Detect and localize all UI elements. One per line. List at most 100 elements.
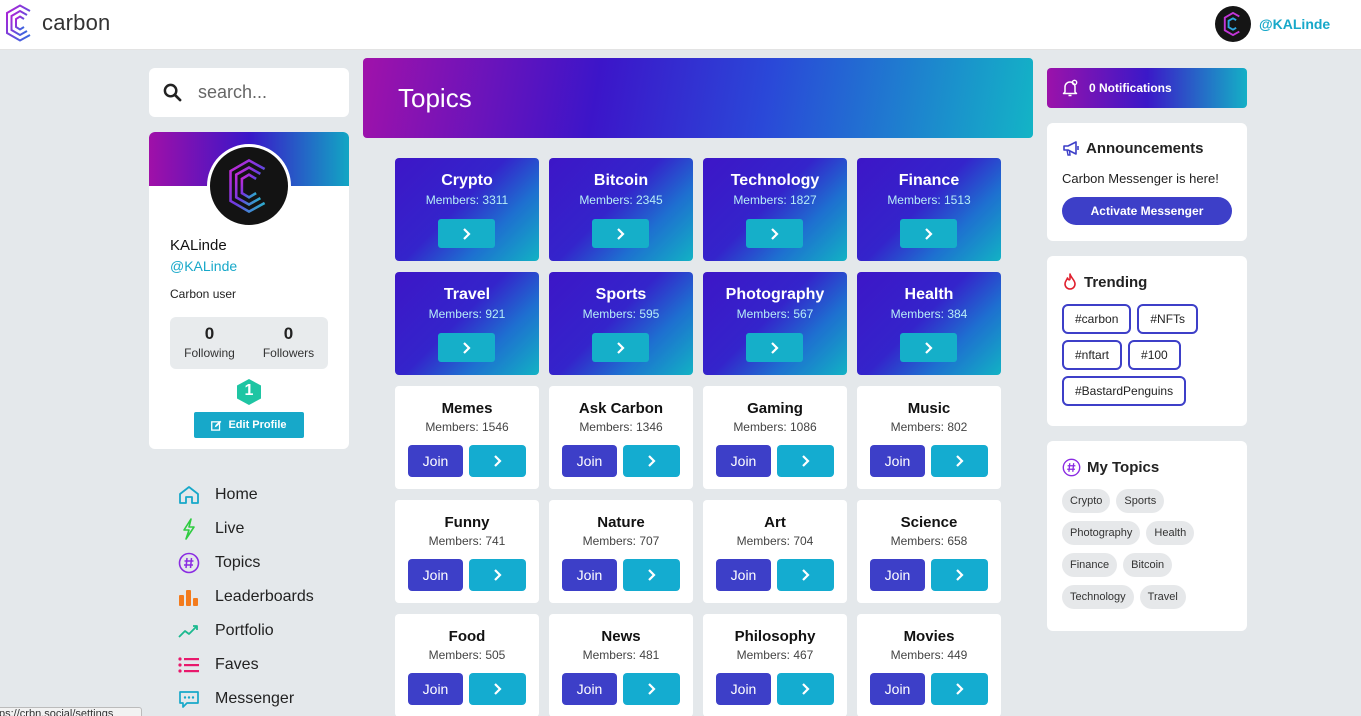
- flame-icon: [1064, 273, 1076, 290]
- join-button[interactable]: Join: [408, 559, 463, 591]
- chevron-right-icon: [801, 455, 810, 467]
- sidebar-item-leaderboards[interactable]: Leaderboards: [178, 580, 314, 614]
- topic-name: Food: [448, 628, 486, 645]
- topic-chip[interactable]: Bitcoin: [1123, 553, 1173, 577]
- open-topic-button[interactable]: [469, 559, 526, 591]
- user-menu[interactable]: @KALinde: [1215, 6, 1330, 42]
- hashtag-chip[interactable]: #100: [1128, 340, 1181, 370]
- my-topics-title: My Topics: [1087, 459, 1160, 476]
- topic-card[interactable]: Crypto Members: 3311: [395, 158, 539, 261]
- topic-chip[interactable]: Technology: [1062, 585, 1134, 609]
- followers-stat[interactable]: 0 Followers: [249, 317, 328, 369]
- trending-tags: #carbon #NFTs #nftart #100 #BastardPengu…: [1062, 304, 1237, 406]
- topic-card[interactable]: Finance Members: 1513: [857, 158, 1001, 261]
- topic-members: Members: 1546: [425, 420, 509, 434]
- topic-card[interactable]: Health Members: 384: [857, 272, 1001, 375]
- topic-members: Members: 505: [428, 648, 506, 662]
- topic-members: Members: 384: [890, 307, 968, 321]
- profile-avatar[interactable]: [207, 144, 291, 228]
- announcement-text: Carbon Messenger is here!: [1062, 171, 1219, 186]
- sidebar-item-home[interactable]: Home: [178, 478, 314, 512]
- open-topic-button[interactable]: [777, 445, 834, 477]
- avatar[interactable]: [1215, 6, 1251, 42]
- open-topic-button[interactable]: [438, 333, 495, 362]
- level-number: 1: [244, 382, 254, 399]
- open-topic-button[interactable]: [931, 559, 988, 591]
- topic-chip[interactable]: Crypto: [1062, 489, 1111, 513]
- hashtag-chip[interactable]: #nftart: [1062, 340, 1123, 370]
- topic-chip[interactable]: Photography: [1062, 521, 1141, 545]
- topic-chip[interactable]: Finance: [1062, 553, 1118, 577]
- search-icon: [163, 83, 182, 102]
- chevron-right-icon: [647, 683, 656, 695]
- open-topic-button[interactable]: [469, 673, 526, 705]
- hashtag-chip[interactable]: #BastardPenguins: [1062, 376, 1187, 406]
- topic-card[interactable]: Sports Members: 595: [549, 272, 693, 375]
- notifications-button[interactable]: 0 Notifications: [1047, 68, 1247, 108]
- join-button[interactable]: Join: [870, 673, 925, 705]
- sidebar-item-faves[interactable]: Faves: [178, 648, 314, 682]
- topic-card[interactable]: Bitcoin Members: 2345: [549, 158, 693, 261]
- sidebar-item-portfolio[interactable]: Portfolio: [178, 614, 314, 648]
- chevron-right-icon: [801, 683, 810, 695]
- open-topic-button[interactable]: [900, 333, 957, 362]
- open-topic-button[interactable]: [623, 559, 680, 591]
- topic-members: Members: 921: [428, 307, 506, 321]
- topic-card: Art Members: 704 Join: [703, 500, 847, 603]
- open-topic-button[interactable]: [592, 333, 649, 362]
- join-button[interactable]: Join: [716, 559, 771, 591]
- hashtag-icon: [1062, 458, 1081, 477]
- topic-chip[interactable]: Health: [1146, 521, 1195, 545]
- open-topic-button[interactable]: [438, 219, 495, 248]
- open-topic-button[interactable]: [623, 673, 680, 705]
- open-topic-button[interactable]: [777, 673, 834, 705]
- topic-name: Music: [907, 400, 951, 417]
- topic-card: Nature Members: 707 Join: [549, 500, 693, 603]
- open-topic-button[interactable]: [592, 219, 649, 248]
- topic-card[interactable]: Technology Members: 1827: [703, 158, 847, 261]
- sidebar-item-label: Messenger: [215, 690, 295, 707]
- carbon-logo[interactable]: carbon: [4, 4, 110, 42]
- sidebar-item-messenger[interactable]: Messenger: [178, 682, 314, 716]
- join-button[interactable]: Join: [870, 445, 925, 477]
- open-topic-button[interactable]: [931, 445, 988, 477]
- profile-handle[interactable]: @KALinde: [170, 258, 237, 274]
- search-box[interactable]: [149, 68, 349, 117]
- topic-chip[interactable]: Sports: [1116, 489, 1165, 513]
- join-button[interactable]: Join: [716, 445, 771, 477]
- topic-card[interactable]: Travel Members: 921: [395, 272, 539, 375]
- join-button[interactable]: Join: [716, 673, 771, 705]
- user-handle[interactable]: @KALinde: [1259, 16, 1330, 32]
- open-topic-button[interactable]: [900, 219, 957, 248]
- open-topic-button[interactable]: [931, 673, 988, 705]
- sidebar-item-label: Live: [215, 520, 245, 537]
- trend-line-icon: [178, 620, 200, 642]
- open-topic-button[interactable]: [746, 219, 803, 248]
- topic-name: Memes: [441, 400, 493, 417]
- open-topic-button[interactable]: [623, 445, 680, 477]
- join-button[interactable]: Join: [562, 559, 617, 591]
- following-stat[interactable]: 0 Following: [170, 317, 249, 369]
- join-button[interactable]: Join: [562, 673, 617, 705]
- topics-header: Topics: [363, 58, 1033, 138]
- hashtag-chip[interactable]: #NFTs: [1137, 304, 1199, 334]
- join-button[interactable]: Join: [408, 445, 463, 477]
- sidebar-item-topics[interactable]: Topics: [178, 546, 314, 580]
- topic-chip[interactable]: Travel: [1139, 585, 1186, 609]
- open-topic-button[interactable]: [746, 333, 803, 362]
- topic-members: Members: 704: [736, 534, 814, 548]
- join-button[interactable]: Join: [562, 445, 617, 477]
- open-topic-button[interactable]: [777, 559, 834, 591]
- sidebar-item-live[interactable]: Live: [178, 512, 314, 546]
- hashtag-chip[interactable]: #carbon: [1062, 304, 1132, 334]
- join-button[interactable]: Join: [408, 673, 463, 705]
- followers-label: Followers: [262, 346, 315, 360]
- sidebar-item-label: Topics: [215, 554, 261, 571]
- edit-profile-button[interactable]: Edit Profile: [194, 412, 304, 438]
- join-button[interactable]: Join: [870, 559, 925, 591]
- open-topic-button[interactable]: [469, 445, 526, 477]
- search-input[interactable]: [198, 82, 338, 103]
- topic-card[interactable]: Photography Members: 567: [703, 272, 847, 375]
- activate-messenger-button[interactable]: Activate Messenger: [1062, 197, 1232, 225]
- top-bar: carbon @KALinde: [0, 0, 1361, 50]
